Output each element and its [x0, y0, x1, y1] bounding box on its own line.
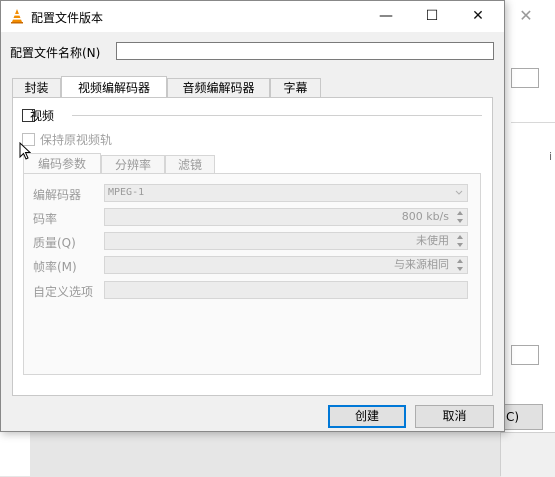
keep-original-label: 保持原视频轨 — [40, 133, 113, 147]
background-field[interactable] — [511, 68, 539, 88]
chevron-down-icon — [455, 190, 463, 195]
tab-subtitles[interactable]: 字幕 — [270, 78, 321, 98]
close-button[interactable]: ✕ — [455, 1, 501, 32]
profile-name-label: 配置文件名称(N) — [10, 46, 101, 60]
tab-encapsulation[interactable]: 封装 — [12, 78, 61, 98]
background-footer — [501, 432, 555, 477]
tab-video-codec[interactable]: 视频编解码器 — [61, 76, 167, 97]
minimize-button[interactable]: — — [363, 1, 409, 32]
tab-filters[interactable]: 滤镜 — [165, 155, 215, 174]
custom-options-label: 自定义选项 — [33, 285, 94, 299]
window-title: 配置文件版本 — [31, 11, 104, 25]
background-field-2[interactable] — [511, 345, 539, 365]
title-bar[interactable]: 配置文件版本 — ☐ ✕ — [1, 1, 504, 32]
spin-arrows-icon[interactable] — [456, 258, 464, 272]
tab-resolution[interactable]: 分辨率 — [101, 155, 165, 174]
bitrate-value: 800 kb/s — [401, 210, 449, 223]
group-divider — [72, 115, 482, 116]
codec-value: MPEG-1 — [108, 187, 145, 198]
background-button[interactable]: C) — [501, 404, 543, 430]
create-button[interactable]: 创建 — [328, 405, 406, 428]
background-glyph: i — [549, 150, 553, 163]
spin-arrows-icon[interactable] — [456, 234, 464, 248]
encoding-params-panel — [23, 173, 481, 375]
quality-spinbox[interactable]: 未使用 — [104, 232, 468, 250]
background-window: ✕ i C) — [500, 0, 555, 477]
tab-encoding-params[interactable]: 编码参数 — [23, 153, 101, 174]
spin-arrows-icon[interactable] — [456, 210, 464, 224]
quality-label: 质量(Q) — [33, 236, 76, 250]
cancel-button[interactable]: 取消 — [415, 405, 494, 428]
bitrate-spinbox[interactable]: 800 kb/s — [104, 208, 468, 226]
codec-select[interactable]: MPEG-1 — [104, 184, 468, 202]
custom-options-input[interactable] — [104, 281, 468, 299]
framerate-spinbox[interactable]: 与来源相同 — [104, 256, 468, 274]
vlc-cone-icon — [11, 9, 23, 24]
profile-name-input[interactable] — [116, 42, 494, 60]
background-divider — [511, 122, 555, 123]
quality-value: 未使用 — [416, 234, 449, 247]
maximize-button[interactable]: ☐ — [409, 1, 455, 32]
framerate-value: 与来源相同 — [394, 258, 449, 271]
background-close-icon[interactable]: ✕ — [515, 4, 537, 28]
background-strip — [0, 432, 30, 476]
framerate-label: 帧率(M) — [33, 260, 77, 274]
tab-audio-codec[interactable]: 音频编解码器 — [167, 78, 270, 98]
codec-label: 编解码器 — [33, 188, 82, 202]
video-group-label: 视频 — [30, 109, 55, 123]
bitrate-label: 码率 — [33, 212, 58, 226]
mouse-cursor-icon — [19, 142, 31, 160]
